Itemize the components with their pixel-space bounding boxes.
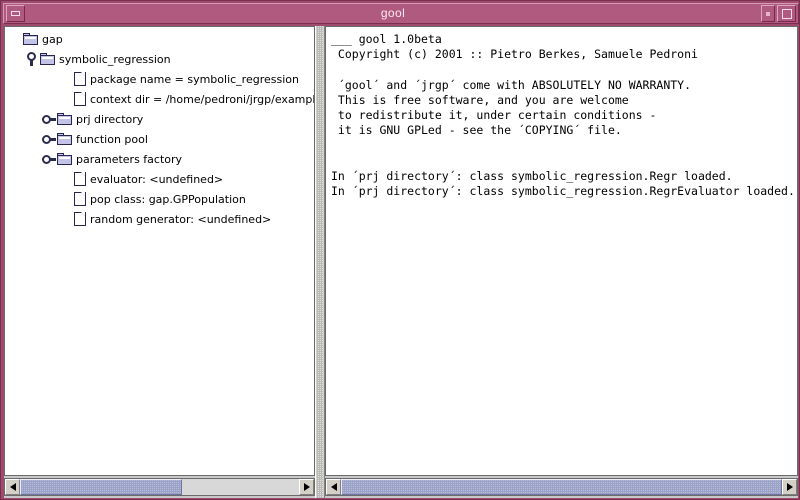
console-panel-body[interactable]: ___ gool 1.0beta Copyright (c) 2001 :: P… xyxy=(326,27,797,475)
splitter-texture xyxy=(317,26,323,498)
tree-expand-handle-icon[interactable] xyxy=(41,151,57,167)
folder-icon xyxy=(40,53,55,65)
tree-node[interactable]: parameters factory xyxy=(5,149,314,169)
page-icon xyxy=(74,192,86,206)
tree-handle-spacer xyxy=(58,211,74,227)
tree-node[interactable]: function pool xyxy=(5,129,314,149)
tree-node-label: gap xyxy=(42,32,63,46)
tree-node[interactable]: context dir = /home/pedroni/jrgp/example… xyxy=(5,89,314,109)
tree-panel-body: gap symbolic_regressionpackage name = sym… xyxy=(5,27,314,475)
tree-node-label: evaluator: <undefined> xyxy=(90,172,224,186)
tree-scroll-thumb[interactable] xyxy=(20,479,182,495)
tree-horizontal-scrollbar[interactable] xyxy=(4,478,315,496)
tree-node-label: parameters factory xyxy=(76,152,183,166)
tree-expand-handle-icon[interactable] xyxy=(41,131,57,147)
tree-scroll-left-button[interactable] xyxy=(5,479,20,495)
project-tree[interactable]: gap symbolic_regressionpackage name = sym… xyxy=(5,29,314,229)
tree-node-label: function pool xyxy=(76,132,148,146)
tree-scroll-right-button[interactable] xyxy=(299,479,314,495)
tree-collapse-handle-icon[interactable] xyxy=(24,51,40,67)
tree-node[interactable]: gap xyxy=(5,29,314,49)
tree-handle-spacer xyxy=(58,91,74,107)
tree-expand-handle-icon[interactable] xyxy=(41,111,57,127)
tree-node-label: context dir = /home/pedroni/jrgp/example… xyxy=(90,92,314,106)
tree-scroll-track[interactable] xyxy=(20,479,299,495)
arrow-left-icon xyxy=(9,483,16,491)
tree-node[interactable]: random generator: <undefined> xyxy=(5,209,314,229)
page-icon xyxy=(74,172,86,186)
tree-node-label: package name = symbolic_regression xyxy=(90,72,299,86)
tree-node-label: prj directory xyxy=(76,112,144,126)
tree-node-label: pop class: gap.GPPopulation xyxy=(90,192,246,206)
arrow-right-icon xyxy=(786,483,793,491)
title-bar[interactable]: gool xyxy=(3,3,799,24)
tree-node[interactable]: package name = symbolic_regression xyxy=(5,69,314,89)
arrow-left-icon xyxy=(330,483,337,491)
tree-handle-spacer xyxy=(58,191,74,207)
tree-node[interactable]: prj directory xyxy=(5,109,314,129)
maximize-icon xyxy=(781,8,792,19)
maximize-button[interactable] xyxy=(777,5,796,22)
arrow-right-icon xyxy=(303,483,310,491)
console-scroll-thumb[interactable] xyxy=(341,479,782,495)
tree-node[interactable]: symbolic_regression xyxy=(5,49,314,69)
pane-splitter[interactable] xyxy=(315,26,325,498)
tree-node[interactable]: evaluator: <undefined> xyxy=(5,169,314,189)
page-icon xyxy=(74,92,86,106)
minimize-icon xyxy=(11,11,20,16)
tree-handle-spacer xyxy=(58,71,74,87)
console-scroll-track[interactable] xyxy=(341,479,782,495)
window-controls xyxy=(761,5,796,22)
tree-node[interactable]: pop class: gap.GPPopulation xyxy=(5,189,314,209)
console-output: ___ gool 1.0beta Copyright (c) 2001 :: P… xyxy=(331,32,795,199)
shade-button[interactable] xyxy=(761,5,775,22)
tree-panel: gap symbolic_regressionpackage name = sym… xyxy=(4,26,315,476)
page-icon xyxy=(74,72,86,86)
page-icon xyxy=(74,212,86,226)
tree-node-label: symbolic_regression xyxy=(59,52,171,66)
window-title: gool xyxy=(380,6,406,20)
shade-icon xyxy=(766,11,770,16)
application-window: gool gap symbolic_regressionpackage name … xyxy=(0,0,800,500)
console-panel: ___ gool 1.0beta Copyright (c) 2001 :: P… xyxy=(325,26,798,476)
minimize-button[interactable] xyxy=(6,5,25,22)
console-scroll-right-button[interactable] xyxy=(782,479,797,495)
client-area: gap symbolic_regressionpackage name = sym… xyxy=(4,26,798,498)
folder-icon xyxy=(57,133,72,145)
tree-node-label: random generator: <undefined> xyxy=(90,212,272,226)
folder-icon xyxy=(23,33,38,45)
console-horizontal-scrollbar[interactable] xyxy=(325,478,798,496)
tree-handle-spacer xyxy=(58,171,74,187)
folder-icon xyxy=(57,113,72,125)
console-scroll-left-button[interactable] xyxy=(326,479,341,495)
folder-icon xyxy=(57,153,72,165)
tree-handle-spacer xyxy=(7,31,23,47)
